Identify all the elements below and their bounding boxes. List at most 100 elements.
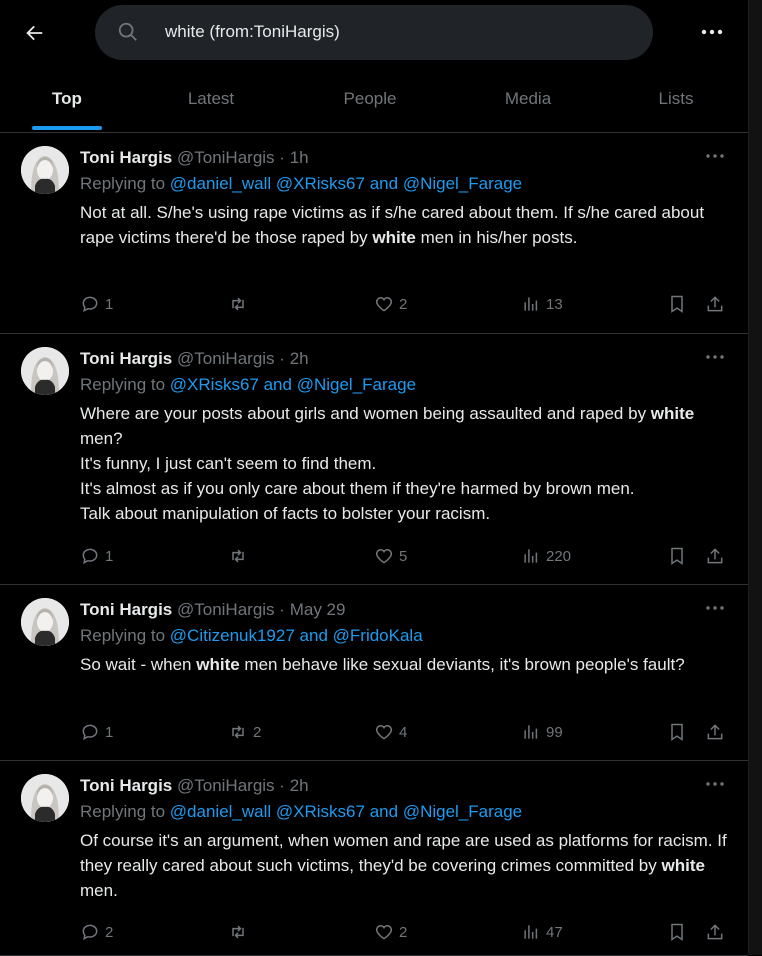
share-button[interactable] xyxy=(705,720,725,744)
replying-to-label: Replying to xyxy=(80,626,166,645)
repost-button[interactable]: 2 xyxy=(228,720,261,744)
author-handle[interactable]: @ToniHargis xyxy=(177,600,275,619)
like-button[interactable]: 2 xyxy=(374,920,407,944)
reply-button[interactable]: 1 xyxy=(80,720,113,744)
avatar[interactable] xyxy=(21,146,69,194)
reply-count: 1 xyxy=(105,547,114,565)
back-arrow-icon xyxy=(26,25,43,41)
avatar[interactable] xyxy=(21,598,69,646)
tab-latest[interactable]: Latest xyxy=(166,66,256,132)
views-icon xyxy=(521,294,541,314)
mention-link[interactable]: @Citizenuk1927 xyxy=(170,626,295,645)
top-bar: white (from:ToniHargis) Top Latest Peopl… xyxy=(0,0,748,133)
mention-link[interactable]: @Nigel_Farage xyxy=(297,375,416,394)
search-input[interactable]: white (from:ToniHargis) xyxy=(165,22,340,42)
like-button[interactable]: 4 xyxy=(374,720,407,744)
tweet-text-before: Of course it's an argument, when women a… xyxy=(80,831,727,875)
tweet-more-button[interactable] xyxy=(700,347,730,367)
reply-button[interactable]: 2 xyxy=(80,920,113,944)
avatar[interactable] xyxy=(21,774,69,822)
tweet-text-before: So wait - when xyxy=(80,655,197,674)
mention-link[interactable]: @Nigel_Farage xyxy=(403,174,522,193)
tweet-actions: 1 2 4 99 xyxy=(80,720,740,744)
more-icon xyxy=(706,355,724,359)
separator-dot: · xyxy=(279,148,285,167)
tweet[interactable]: Toni Hargis @ToniHargis · 2h Replying to… xyxy=(0,333,748,585)
like-button[interactable]: 2 xyxy=(374,292,407,316)
views-button[interactable]: 99 xyxy=(521,720,563,744)
like-button[interactable]: 5 xyxy=(374,544,407,568)
share-icon xyxy=(705,722,725,742)
tweet-text-after: men behave like sexual deviants, it's br… xyxy=(239,655,685,674)
repost-button[interactable] xyxy=(228,544,253,568)
views-icon xyxy=(521,546,541,566)
scrollbar[interactable] xyxy=(748,0,762,955)
tweet[interactable]: Toni Hargis @ToniHargis · May 29 Replyin… xyxy=(0,584,748,761)
share-button[interactable] xyxy=(705,292,725,316)
tab-people[interactable]: People xyxy=(320,66,420,132)
mention-link[interactable]: @FridoKala xyxy=(333,626,423,645)
views-button[interactable]: 13 xyxy=(521,292,563,316)
mention-link[interactable]: @XRisks67 xyxy=(276,174,365,193)
views-icon xyxy=(521,922,541,942)
separator-dot: · xyxy=(279,349,285,368)
timestamp[interactable]: 2h xyxy=(290,349,309,368)
author-name[interactable]: Toni Hargis xyxy=(80,776,172,795)
author-handle[interactable]: @ToniHargis xyxy=(177,148,275,167)
tweet[interactable]: Toni Hargis @ToniHargis · 1h Replying to… xyxy=(0,132,748,334)
timestamp[interactable]: 1h xyxy=(290,148,309,167)
tab-lists[interactable]: Lists xyxy=(641,66,711,132)
back-button[interactable] xyxy=(18,17,50,49)
avatar[interactable] xyxy=(21,347,69,395)
reply-icon xyxy=(80,722,100,742)
timestamp[interactable]: 2h xyxy=(290,776,309,795)
view-count: 99 xyxy=(546,723,563,741)
author-name[interactable]: Toni Hargis xyxy=(80,349,172,368)
reply-button[interactable]: 1 xyxy=(80,292,113,316)
replying-to: Replying to @XRisks67 and @Nigel_Farage xyxy=(80,375,416,395)
tweet[interactable]: Toni Hargis @ToniHargis · 2h Replying to… xyxy=(0,760,748,956)
share-button[interactable] xyxy=(705,544,725,568)
tweet-more-button[interactable] xyxy=(700,774,730,794)
repost-button[interactable] xyxy=(228,292,253,316)
mention-and: and xyxy=(263,375,292,394)
bookmark-icon xyxy=(667,294,687,314)
bookmark-button[interactable] xyxy=(667,720,687,744)
like-count: 2 xyxy=(399,923,408,941)
bookmark-button[interactable] xyxy=(667,292,687,316)
tweet-text: Where are your posts about girls and wom… xyxy=(80,401,730,526)
tweet-text: Of course it's an argument, when women a… xyxy=(80,828,730,903)
share-button[interactable] xyxy=(705,920,725,944)
repost-button[interactable] xyxy=(228,920,253,944)
mention-link[interactable]: @XRisks67 xyxy=(170,375,259,394)
bookmark-icon xyxy=(667,722,687,742)
author-name[interactable]: Toni Hargis xyxy=(80,148,172,167)
mention-link[interactable]: @Nigel_Farage xyxy=(403,802,522,821)
tweet-text-highlight: white xyxy=(372,228,416,247)
tweet-more-button[interactable] xyxy=(700,146,730,166)
views-button[interactable]: 47 xyxy=(521,920,563,944)
author-handle[interactable]: @ToniHargis xyxy=(177,776,275,795)
tweet-text-highlight: white xyxy=(196,655,240,674)
mention-link[interactable]: @XRisks67 xyxy=(276,802,365,821)
replying-to-label: Replying to xyxy=(80,802,166,821)
reply-button[interactable]: 1 xyxy=(80,544,113,568)
bookmark-button[interactable] xyxy=(667,920,687,944)
author-handle[interactable]: @ToniHargis xyxy=(177,349,275,368)
tab-media[interactable]: Media xyxy=(483,66,573,132)
repost-icon xyxy=(228,546,248,566)
views-button[interactable]: 220 xyxy=(521,544,571,568)
author-name[interactable]: Toni Hargis xyxy=(80,600,172,619)
share-icon xyxy=(705,294,725,314)
more-options-button[interactable] xyxy=(698,18,726,46)
like-count: 2 xyxy=(399,295,408,313)
search-bar[interactable]: white (from:ToniHargis) xyxy=(95,5,653,60)
search-tabs: Top Latest People Media Lists xyxy=(0,66,748,133)
bookmark-button[interactable] xyxy=(667,544,687,568)
tab-top[interactable]: Top xyxy=(22,66,112,132)
mention-link[interactable]: @daniel_wall xyxy=(170,174,271,193)
tweet-more-button[interactable] xyxy=(700,598,730,618)
mention-link[interactable]: @daniel_wall xyxy=(170,802,271,821)
timestamp[interactable]: May 29 xyxy=(290,600,346,619)
reply-count: 2 xyxy=(105,923,114,941)
